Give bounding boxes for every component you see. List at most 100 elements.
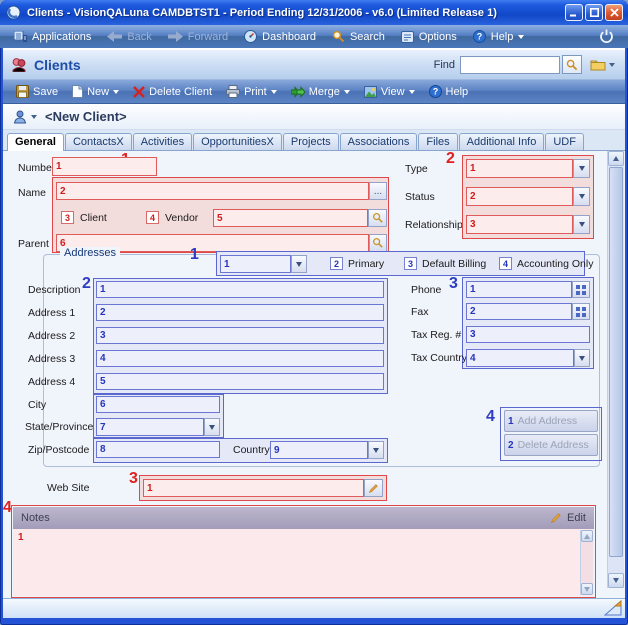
notes-textarea[interactable]: 1 — [13, 529, 594, 596]
menu-options[interactable]: Options — [393, 25, 465, 48]
title-bar[interactable]: Clients - VisionQALuna CAMDBTST1 - Perio… — [0, 0, 628, 25]
tax-reg-label: Tax Reg. # — [411, 329, 461, 341]
fax-field[interactable]: 2 — [466, 303, 572, 320]
delete-address-button[interactable]: 2 Delete Address — [504, 434, 598, 456]
tax-reg-field[interactable]: 3 — [466, 326, 590, 343]
delete-client-button[interactable]: Delete Client — [126, 81, 219, 103]
notes-scroll-down-button[interactable] — [581, 583, 593, 595]
name-browse-button[interactable]: ... — [369, 182, 387, 200]
notes-scrollbar[interactable] — [580, 530, 593, 595]
back-arrow-icon — [107, 31, 122, 42]
menu-applications[interactable]: Applications — [6, 25, 99, 48]
tab-contactsx[interactable]: ContactsX — [65, 133, 132, 150]
address3-field-callout: 4 — [100, 353, 106, 364]
menu-forward[interactable]: Forward — [160, 25, 236, 48]
notes-edit-button[interactable]: Edit — [550, 512, 586, 524]
tab-files[interactable]: Files — [418, 133, 457, 150]
description-field[interactable]: 1 — [96, 281, 384, 298]
tax-country-dropdown-button[interactable] — [574, 349, 590, 367]
client-search-button[interactable] — [368, 209, 387, 227]
print-button[interactable]: Print — [219, 81, 284, 103]
status-dropdown[interactable]: 2 — [466, 187, 573, 206]
tax-country-dropdown[interactable]: 4 — [466, 349, 574, 367]
minimize-button[interactable] — [565, 4, 583, 21]
address2-field[interactable]: 3 — [96, 327, 384, 344]
saved-searches-button[interactable] — [587, 55, 617, 74]
phone-field[interactable]: 1 — [466, 281, 572, 298]
zip-field[interactable]: 8 — [96, 441, 220, 458]
close-button[interactable] — [605, 4, 623, 21]
chevron-down-icon — [296, 262, 302, 267]
menu-back[interactable]: Back — [99, 25, 159, 48]
type-dropdown[interactable]: 1 — [466, 159, 573, 178]
form-scroll-up-button[interactable] — [608, 151, 624, 166]
folder-icon — [590, 58, 606, 71]
form-scrollbar-thumb[interactable] — [609, 167, 623, 557]
menu-search[interactable]: Search — [324, 25, 393, 48]
record-menu-button[interactable] — [13, 110, 37, 124]
client-search-field[interactable]: 5 — [213, 209, 368, 227]
tab-activities[interactable]: Activities — [133, 133, 192, 150]
address-selector-dropdown[interactable]: 1 — [220, 255, 291, 273]
country-dropdown[interactable]: 9 — [270, 441, 368, 459]
menu-help[interactable]: ? Help — [465, 25, 533, 48]
state-dropdown[interactable]: 7 — [96, 418, 204, 436]
web-site-field[interactable]: 1 — [143, 479, 364, 497]
web-site-open-button[interactable] — [364, 479, 383, 497]
state-dropdown-button[interactable] — [204, 418, 220, 436]
resize-grip-icon[interactable] — [604, 600, 622, 616]
add-address-button[interactable]: 1 Add Address — [504, 410, 598, 432]
close-icon — [610, 8, 619, 17]
chevron-down-icon — [579, 194, 585, 199]
tab-opportunitiesx[interactable]: OpportunitiesX — [193, 133, 282, 150]
relationship-dropdown[interactable]: 3 — [466, 215, 573, 234]
form-scroll-down-button[interactable] — [608, 573, 624, 588]
tab-general[interactable]: General — [7, 133, 64, 151]
menu-back-label: Back — [127, 31, 151, 43]
help-icon: ? — [473, 30, 486, 43]
address4-field[interactable]: 5 — [96, 373, 384, 390]
phone-dial-button[interactable] — [572, 281, 590, 298]
status-dropdown-button[interactable] — [573, 187, 590, 206]
view-button[interactable]: View — [357, 81, 422, 103]
clients-icon — [11, 57, 27, 72]
vendor-checkbox[interactable]: 4 — [146, 211, 159, 224]
address1-field[interactable]: 2 — [96, 304, 384, 321]
find-button[interactable] — [562, 55, 582, 74]
client-checkbox[interactable]: 3 — [61, 211, 74, 224]
type-dropdown-button[interactable] — [573, 159, 590, 178]
help-caret-icon — [518, 35, 524, 39]
relationship-dropdown-button[interactable] — [573, 215, 590, 234]
name-field[interactable]: 2 — [56, 182, 369, 200]
callout-classification-group: 2 — [446, 151, 455, 167]
new-button[interactable]: New — [65, 81, 126, 103]
find-input[interactable] — [460, 56, 560, 74]
keypad-icon — [576, 285, 586, 295]
form-scrollbar[interactable] — [607, 151, 624, 588]
parent-search-button[interactable] — [369, 234, 387, 252]
tab-associations[interactable]: Associations — [340, 133, 418, 150]
address3-field[interactable]: 4 — [96, 350, 384, 367]
name-label: Name — [18, 187, 46, 199]
save-button[interactable]: Save — [9, 81, 65, 103]
tab-additional-info[interactable]: Additional Info — [459, 133, 545, 150]
new-caret-icon — [113, 90, 119, 94]
tab-udf[interactable]: UDF — [545, 133, 584, 150]
maximize-button[interactable] — [585, 4, 603, 21]
city-field[interactable]: 6 — [96, 396, 220, 413]
primary-checkbox[interactable]: 2 — [330, 257, 343, 270]
toolbar-help-button[interactable]: ? Help — [422, 81, 476, 103]
address2-label: Address 2 — [28, 330, 75, 342]
number-field[interactable]: 1 — [52, 157, 157, 176]
address-selector-dropdown-button[interactable] — [291, 255, 307, 273]
tab-projects[interactable]: Projects — [283, 133, 339, 150]
accounting-only-checkbox[interactable]: 4 — [499, 257, 512, 270]
country-dropdown-button[interactable] — [368, 441, 384, 459]
menu-help-label: Help — [491, 31, 514, 43]
logoff-button[interactable] — [591, 25, 622, 48]
menu-dashboard[interactable]: Dashboard — [236, 25, 324, 48]
merge-button[interactable]: Merge — [284, 81, 357, 103]
notes-scroll-up-button[interactable] — [581, 530, 593, 542]
default-billing-checkbox[interactable]: 3 — [404, 257, 417, 270]
fax-dial-button[interactable] — [572, 303, 590, 320]
